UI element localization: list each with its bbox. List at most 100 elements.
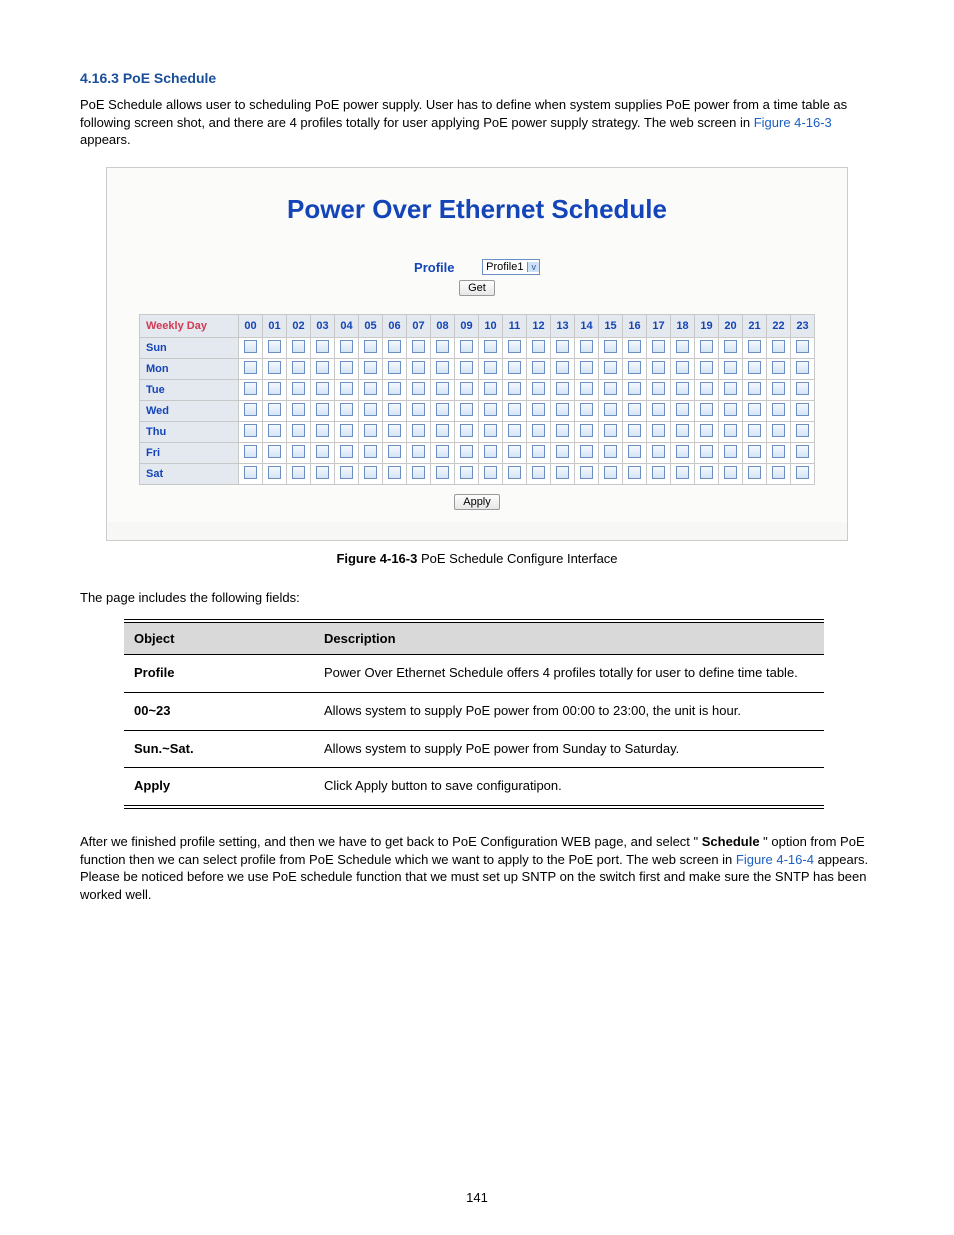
schedule-checkbox[interactable] [604,340,617,353]
schedule-checkbox[interactable] [244,466,257,479]
schedule-checkbox[interactable] [268,340,281,353]
schedule-checkbox[interactable] [436,340,449,353]
schedule-checkbox[interactable] [556,382,569,395]
schedule-checkbox[interactable] [316,466,329,479]
schedule-checkbox[interactable] [316,445,329,458]
schedule-checkbox[interactable] [772,466,785,479]
schedule-checkbox[interactable] [268,382,281,395]
schedule-checkbox[interactable] [676,361,689,374]
schedule-checkbox[interactable] [508,361,521,374]
schedule-checkbox[interactable] [676,466,689,479]
schedule-checkbox[interactable] [388,403,401,416]
schedule-checkbox[interactable] [652,382,665,395]
schedule-checkbox[interactable] [652,361,665,374]
schedule-checkbox[interactable] [508,340,521,353]
schedule-checkbox[interactable] [316,424,329,437]
schedule-checkbox[interactable] [772,361,785,374]
schedule-checkbox[interactable] [316,361,329,374]
schedule-checkbox[interactable] [340,424,353,437]
schedule-checkbox[interactable] [772,424,785,437]
schedule-checkbox[interactable] [532,466,545,479]
schedule-checkbox[interactable] [580,424,593,437]
schedule-checkbox[interactable] [604,466,617,479]
schedule-checkbox[interactable] [772,445,785,458]
schedule-checkbox[interactable] [268,403,281,416]
schedule-checkbox[interactable] [724,361,737,374]
schedule-checkbox[interactable] [676,445,689,458]
schedule-checkbox[interactable] [268,445,281,458]
schedule-checkbox[interactable] [748,403,761,416]
schedule-checkbox[interactable] [340,445,353,458]
schedule-checkbox[interactable] [364,361,377,374]
schedule-checkbox[interactable] [580,340,593,353]
schedule-checkbox[interactable] [460,466,473,479]
schedule-checkbox[interactable] [460,382,473,395]
schedule-checkbox[interactable] [508,466,521,479]
schedule-checkbox[interactable] [628,382,641,395]
schedule-checkbox[interactable] [700,340,713,353]
schedule-checkbox[interactable] [436,424,449,437]
apply-button[interactable]: Apply [454,494,500,510]
schedule-checkbox[interactable] [436,361,449,374]
schedule-checkbox[interactable] [628,466,641,479]
schedule-checkbox[interactable] [556,340,569,353]
schedule-checkbox[interactable] [460,424,473,437]
schedule-checkbox[interactable] [676,403,689,416]
schedule-checkbox[interactable] [340,403,353,416]
schedule-checkbox[interactable] [604,445,617,458]
schedule-checkbox[interactable] [484,382,497,395]
schedule-checkbox[interactable] [748,340,761,353]
schedule-checkbox[interactable] [340,382,353,395]
schedule-checkbox[interactable] [292,424,305,437]
schedule-checkbox[interactable] [364,382,377,395]
schedule-checkbox[interactable] [700,424,713,437]
schedule-checkbox[interactable] [484,361,497,374]
schedule-checkbox[interactable] [484,340,497,353]
schedule-checkbox[interactable] [796,361,809,374]
schedule-checkbox[interactable] [532,361,545,374]
schedule-checkbox[interactable] [484,445,497,458]
schedule-checkbox[interactable] [412,466,425,479]
schedule-checkbox[interactable] [388,382,401,395]
schedule-checkbox[interactable] [364,424,377,437]
schedule-checkbox[interactable] [244,340,257,353]
schedule-checkbox[interactable] [628,445,641,458]
schedule-checkbox[interactable] [436,445,449,458]
schedule-checkbox[interactable] [724,382,737,395]
schedule-checkbox[interactable] [340,340,353,353]
schedule-checkbox[interactable] [364,466,377,479]
schedule-checkbox[interactable] [292,340,305,353]
schedule-checkbox[interactable] [556,466,569,479]
schedule-checkbox[interactable] [628,403,641,416]
schedule-checkbox[interactable] [772,403,785,416]
figure-link-1[interactable]: Figure 4-16-3 [754,115,832,130]
schedule-checkbox[interactable] [436,403,449,416]
schedule-checkbox[interactable] [292,403,305,416]
schedule-checkbox[interactable] [268,361,281,374]
schedule-checkbox[interactable] [628,424,641,437]
schedule-checkbox[interactable] [484,403,497,416]
schedule-checkbox[interactable] [796,382,809,395]
schedule-checkbox[interactable] [532,340,545,353]
schedule-checkbox[interactable] [700,403,713,416]
schedule-checkbox[interactable] [244,445,257,458]
schedule-checkbox[interactable] [316,403,329,416]
schedule-checkbox[interactable] [628,340,641,353]
schedule-checkbox[interactable] [796,445,809,458]
schedule-checkbox[interactable] [700,445,713,458]
schedule-checkbox[interactable] [436,382,449,395]
schedule-checkbox[interactable] [724,466,737,479]
schedule-checkbox[interactable] [604,403,617,416]
schedule-checkbox[interactable] [388,445,401,458]
schedule-checkbox[interactable] [556,403,569,416]
schedule-checkbox[interactable] [292,445,305,458]
schedule-checkbox[interactable] [364,403,377,416]
schedule-checkbox[interactable] [676,424,689,437]
schedule-checkbox[interactable] [412,340,425,353]
schedule-checkbox[interactable] [388,424,401,437]
schedule-checkbox[interactable] [556,361,569,374]
schedule-checkbox[interactable] [772,382,785,395]
schedule-checkbox[interactable] [580,445,593,458]
schedule-checkbox[interactable] [700,382,713,395]
schedule-checkbox[interactable] [460,340,473,353]
